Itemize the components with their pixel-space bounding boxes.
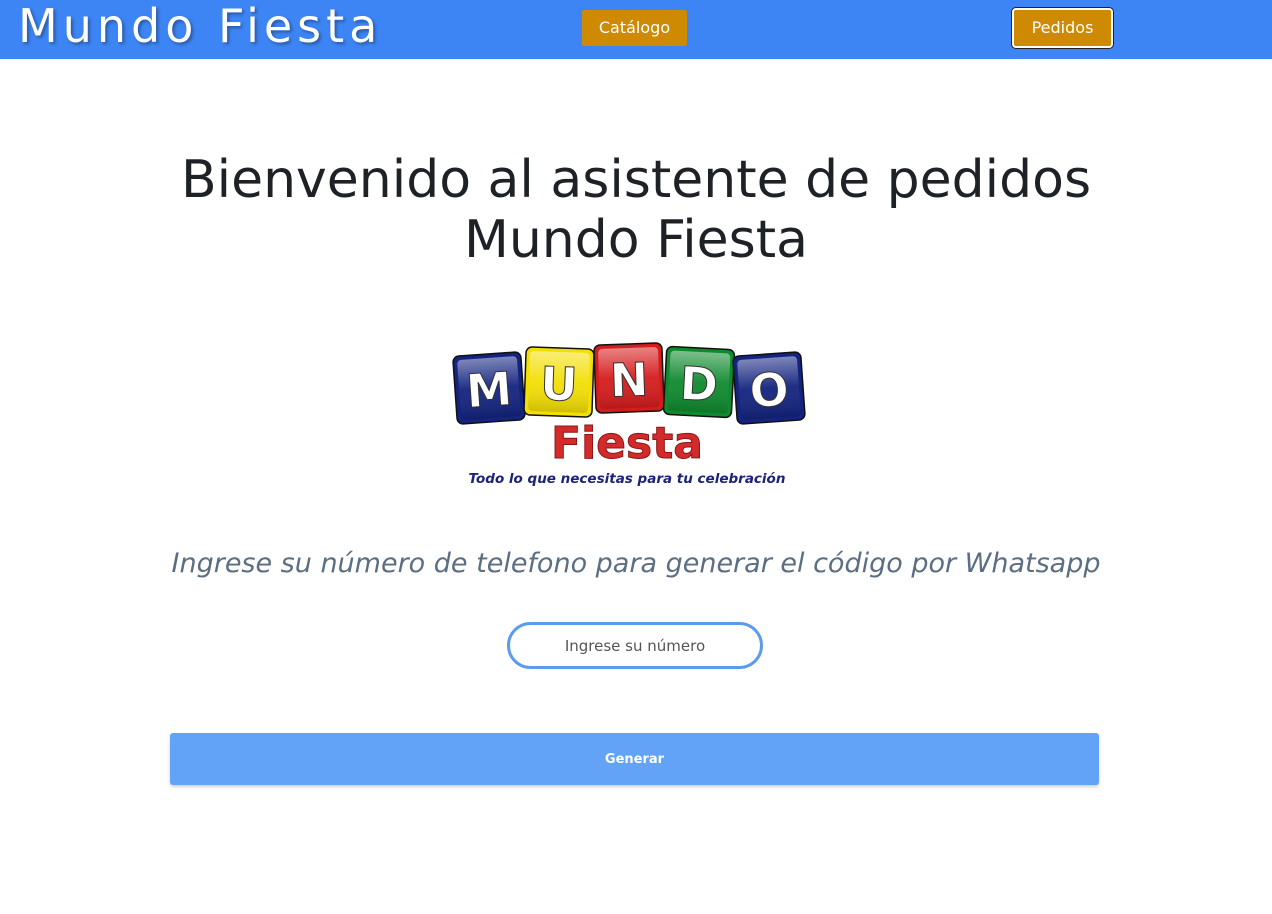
logo-block-n: N (593, 342, 665, 414)
phone-prompt: Ingrese su número de telefono para gener… (171, 548, 1101, 579)
phone-number-input[interactable] (507, 622, 763, 669)
logo-letter: O (748, 362, 791, 419)
logo-word: Fiesta (551, 418, 703, 469)
logo-letter: U (539, 356, 578, 411)
page-title-line-1: Bienvenido al asistente de pedidos (180, 150, 1092, 210)
mundo-fiesta-logo: MUNDO Fiesta Todo lo que necesitas para … (452, 342, 806, 487)
page-title-line-2: Mundo Fiesta (463, 210, 809, 270)
generate-button[interactable]: Generar (170, 733, 1099, 785)
logo-letter: M (464, 361, 513, 418)
logo-letter: N (609, 352, 649, 407)
logo-block-d: D (662, 345, 736, 419)
catalog-nav-button[interactable]: Catálogo (582, 10, 687, 46)
logo-tagline: Todo lo que necesitas para tu celebració… (469, 471, 786, 487)
top-navbar: Mundo Fiesta Catálogo Pedidos (0, 0, 1272, 59)
logo-letter-blocks: MUNDO (452, 342, 806, 425)
brand-title[interactable]: Mundo Fiesta (18, 0, 382, 54)
logo-block-m: M (452, 351, 526, 425)
logo-block-o: O (732, 351, 806, 425)
page-title: Bienvenido al asistente de pedidos Mundo… (136, 150, 1136, 270)
logo-letter: D (678, 356, 719, 412)
orders-nav-button[interactable]: Pedidos (1012, 8, 1113, 48)
logo-block-u: U (523, 346, 595, 418)
